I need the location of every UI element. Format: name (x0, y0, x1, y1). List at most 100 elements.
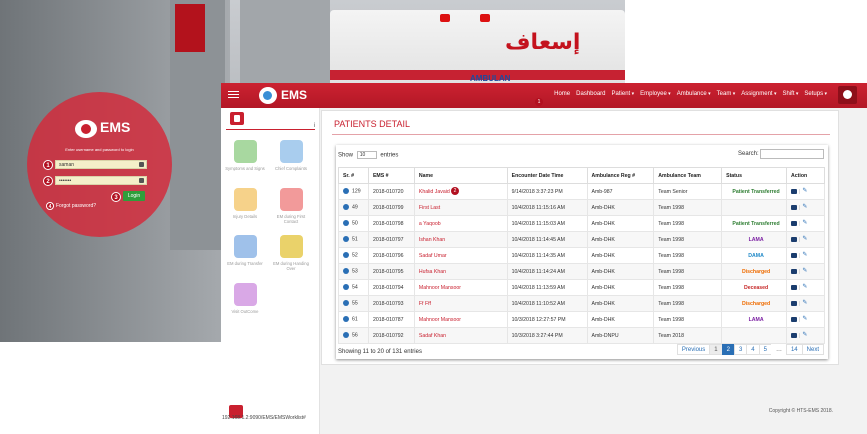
print-icon[interactable] (791, 284, 798, 290)
pager-item[interactable]: 5 (758, 344, 772, 355)
pager-item[interactable]: Next (801, 344, 824, 355)
edit-icon[interactable]: ✎ (802, 236, 808, 242)
cell-ems: 2018-010797 (367, 231, 415, 248)
pager-item[interactable]: 2 (721, 344, 735, 355)
edit-icon[interactable]: ✎ (802, 220, 808, 226)
cell-date: 10/3/2018 12:27:57 PM (506, 311, 588, 328)
tile-injury-details[interactable]: Injury Details (225, 188, 265, 219)
cell-date: 10/4/2018 11:13:59 AM (506, 279, 588, 296)
cell-ems: 2018-010792 (367, 327, 415, 344)
expand-icon[interactable] (343, 268, 349, 275)
table-row: 52 2018-010796 Sadaf Umar 10/4/2018 11:14:3… (338, 247, 825, 264)
cell-name[interactable]: First Last (413, 199, 508, 216)
sidebar-divider (226, 129, 315, 130)
cell-reg: Amb-DHK (586, 295, 655, 312)
page-title: PATIENTS DETAIL (334, 119, 411, 129)
login-subtitle: Enter username and password to login (65, 147, 134, 152)
cell-status: LAMA (721, 311, 788, 328)
col-ambulance-reg[interactable]: Ambulance Reg # (586, 167, 655, 184)
pager-item[interactable]: 1 (709, 344, 723, 355)
password-field[interactable]: ••••••• (55, 176, 147, 185)
login-panel: EMS Enter username and password to login… (27, 92, 172, 237)
cell-name[interactable]: Ishan Khan (413, 231, 508, 248)
nav-assignment[interactable]: Assignment (741, 91, 776, 97)
home-badge: 1 (535, 98, 543, 106)
table-row: 49 2018-010799 First Last 10/4/2018 11:15:1… (338, 199, 825, 216)
col-ems[interactable]: EMS # (367, 167, 415, 184)
expand-icon[interactable] (343, 300, 349, 307)
edit-icon[interactable]: ✎ (802, 284, 808, 290)
edit-icon[interactable]: ✎ (802, 252, 808, 258)
cell-sr: 49 (338, 199, 369, 216)
col-ambulance-team[interactable]: Ambulance Team (653, 167, 723, 184)
expand-icon[interactable] (343, 220, 349, 227)
expand-icon[interactable] (343, 204, 349, 211)
expand-icon[interactable] (343, 284, 349, 291)
expand-icon[interactable] (343, 316, 349, 323)
pager-item[interactable]: Previous (676, 344, 711, 355)
cell-name[interactable]: Hufsa Khan (413, 263, 508, 280)
cell-name[interactable]: Khalid Javaid (413, 183, 508, 200)
edit-icon[interactable]: ✎ (802, 316, 808, 322)
cell-reg: Amb-DNPU (586, 327, 655, 344)
user-account-icon[interactable] (838, 86, 857, 104)
cell-name[interactable]: a Yaqoob (413, 215, 508, 232)
nav-shift[interactable]: Shift (782, 91, 798, 97)
col-name[interactable]: Name (413, 167, 508, 184)
edit-icon[interactable]: ✎ (802, 188, 808, 194)
login-button[interactable]: Login (123, 191, 145, 201)
search-input[interactable] (760, 149, 824, 159)
menu-icon[interactable] (228, 91, 239, 98)
expand-icon[interactable] (343, 252, 349, 259)
print-icon[interactable] (791, 268, 798, 274)
col-encounter-date[interactable]: Encounter Date Time (506, 167, 588, 184)
print-icon[interactable] (791, 220, 798, 226)
nav-team[interactable]: Team (717, 91, 736, 97)
edit-icon[interactable]: ✎ (802, 204, 808, 210)
tile-em-handing-over[interactable]: EM during Handing Over (271, 235, 311, 271)
edit-icon[interactable]: ✎ (802, 300, 808, 306)
nav-home[interactable]: Home (554, 91, 570, 97)
username-field[interactable]: saman (55, 160, 147, 169)
cell-name[interactable]: Mahnoor Mansoor (413, 311, 508, 328)
pager-item[interactable]: 4 (746, 344, 760, 355)
tile-em-first-contact[interactable]: EM during First Contact (271, 188, 311, 224)
nav-ambulance[interactable]: Ambulance (677, 91, 711, 97)
tile-chief-complaints[interactable]: Chief Complaints (271, 140, 311, 171)
cell-team: Team 2018 (653, 327, 723, 344)
expand-icon[interactable] (343, 332, 349, 339)
cell-name[interactable]: Sadaf Khan (413, 327, 508, 344)
pager-item[interactable]: 14 (785, 344, 803, 355)
print-icon[interactable] (791, 316, 798, 322)
tile-visit-outcome[interactable]: Visit OutCome (225, 283, 265, 314)
edit-icon[interactable]: ✎ (802, 332, 808, 338)
tile-em-transfer[interactable]: EM during Transfer (225, 235, 265, 266)
print-icon[interactable] (791, 236, 798, 242)
print-icon[interactable] (791, 204, 798, 210)
tile-symptoms-and-signs[interactable]: Symptoms and Signs (225, 140, 265, 171)
cell-ems: 2018-010720 (367, 183, 415, 200)
nav-setups[interactable]: Setups (804, 91, 827, 97)
print-icon[interactable] (791, 188, 798, 194)
cell-name[interactable]: Sadaf Umar (413, 247, 508, 264)
print-icon[interactable] (791, 252, 798, 258)
pager-item[interactable]: 3 (733, 344, 748, 355)
cell-team: Team 1998 (653, 199, 723, 216)
print-icon[interactable] (791, 300, 798, 306)
forgot-password-link[interactable]: Forgot password? (56, 203, 96, 209)
expand-icon[interactable] (343, 236, 349, 243)
print-icon[interactable] (791, 332, 798, 338)
nav-dashboard[interactable]: Dashboard (576, 91, 605, 97)
cell-name[interactable]: Mahnoor Mansoor (413, 279, 508, 296)
sr-value: 129 (352, 188, 361, 195)
cell-name[interactable]: Ff Fff (413, 295, 508, 312)
col-sr[interactable]: Sr. # (338, 167, 369, 184)
edit-icon[interactable]: ✎ (802, 268, 808, 274)
cell-team: Team 1998 (653, 247, 723, 264)
col-status[interactable]: Status (721, 167, 788, 184)
nav-patient[interactable]: Patient (612, 91, 635, 97)
expand-icon[interactable] (343, 188, 349, 195)
nav-employee[interactable]: Employee (640, 91, 671, 97)
name-badge: 2 (451, 187, 459, 195)
page-length-select[interactable]: 10 (356, 151, 377, 159)
